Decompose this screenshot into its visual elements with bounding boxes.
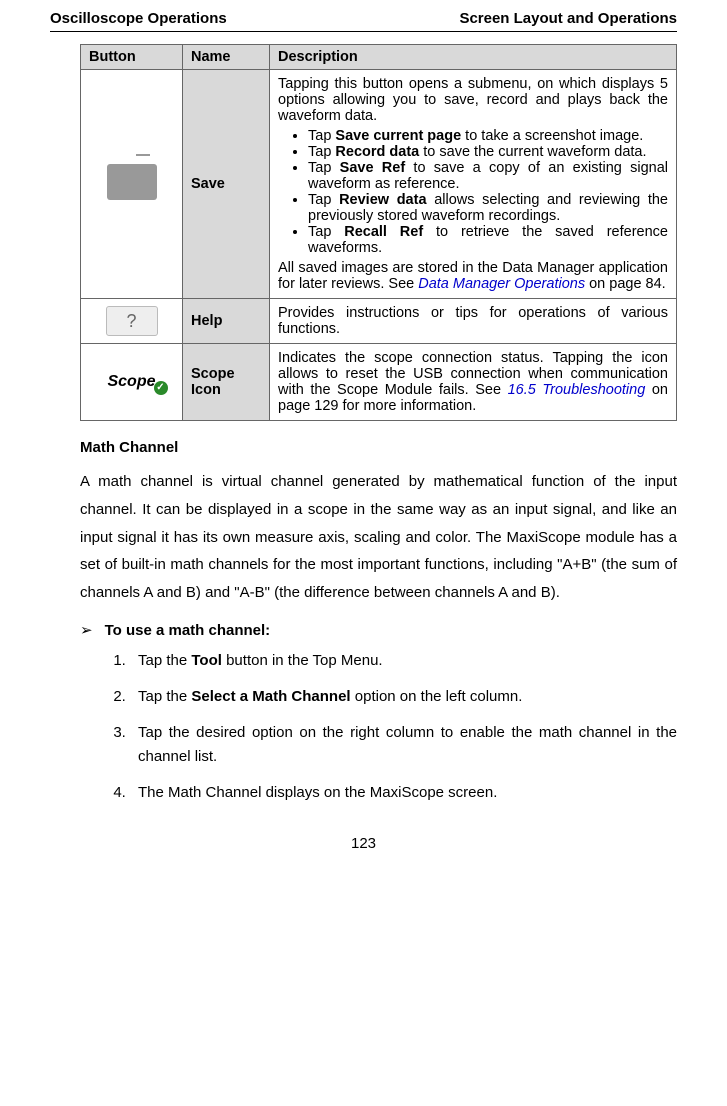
- button-reference-table: Button Name Description Save Tapping thi…: [80, 44, 677, 421]
- save-bullet-5: Tap Recall Ref to retrieve the saved ref…: [308, 224, 668, 256]
- save-icon: [107, 164, 157, 200]
- help-desc: Provides instructions or tips for operat…: [270, 299, 677, 344]
- math-channel-heading: Math Channel: [80, 439, 677, 456]
- th-desc: Description: [270, 45, 677, 70]
- math-channel-para: A math channel is virtual channel genera…: [80, 468, 677, 607]
- arrow-icon: ➢: [80, 621, 93, 639]
- save-intro: Tapping this button opens a submenu, on …: [278, 76, 668, 124]
- save-desc: Tapping this button opens a submenu, on …: [270, 70, 677, 299]
- th-button: Button: [81, 45, 183, 70]
- table-row-scope: Scope✓ Scope Icon Indicates the scope co…: [81, 344, 677, 421]
- help-name: Help: [183, 299, 270, 344]
- scope-name: Scope Icon: [183, 344, 270, 421]
- step-1: Tap the Tool button in the Top Menu.: [130, 649, 677, 673]
- save-bullet-2: Tap Record data to save the current wave…: [308, 144, 668, 160]
- data-manager-link: Data Manager Operations: [418, 276, 585, 292]
- howto-heading: ➢To use a math channel:: [80, 621, 677, 639]
- save-bullet-1: Tap Save current page to take a screensh…: [308, 128, 668, 144]
- table-row-help: ? Help Provides instructions or tips for…: [81, 299, 677, 344]
- scope-icon: Scope✓: [107, 373, 155, 391]
- table-header-row: Button Name Description: [81, 45, 677, 70]
- step-2: Tap the Select a Math Channel option on …: [130, 685, 677, 709]
- step-3: Tap the desired option on the right colu…: [130, 721, 677, 769]
- save-bullet-3: Tap Save Ref to save a copy of an existi…: [308, 160, 668, 192]
- troubleshooting-link: 16.5 Troubleshooting: [508, 382, 646, 398]
- header-left: Oscilloscope Operations: [50, 10, 227, 27]
- save-button-cell: [81, 70, 183, 299]
- save-bullet-4: Tap Review data allows selecting and rev…: [308, 192, 668, 224]
- table-row-save: Save Tapping this button opens a submenu…: [81, 70, 677, 299]
- scope-desc: Indicates the scope connection status. T…: [270, 344, 677, 421]
- help-icon: ?: [106, 306, 158, 336]
- page-header: Oscilloscope Operations Screen Layout an…: [50, 10, 677, 32]
- step-4: The Math Channel displays on the MaxiSco…: [130, 781, 677, 805]
- header-right: Screen Layout and Operations: [459, 10, 677, 27]
- scope-button-cell: Scope✓: [81, 344, 183, 421]
- check-icon: ✓: [154, 381, 168, 395]
- howto-steps: Tap the Tool button in the Top Menu. Tap…: [105, 649, 677, 805]
- save-outro: All saved images are stored in the Data …: [278, 260, 668, 292]
- help-button-cell: ?: [81, 299, 183, 344]
- page-number: 123: [50, 835, 677, 852]
- th-name: Name: [183, 45, 270, 70]
- save-name: Save: [183, 70, 270, 299]
